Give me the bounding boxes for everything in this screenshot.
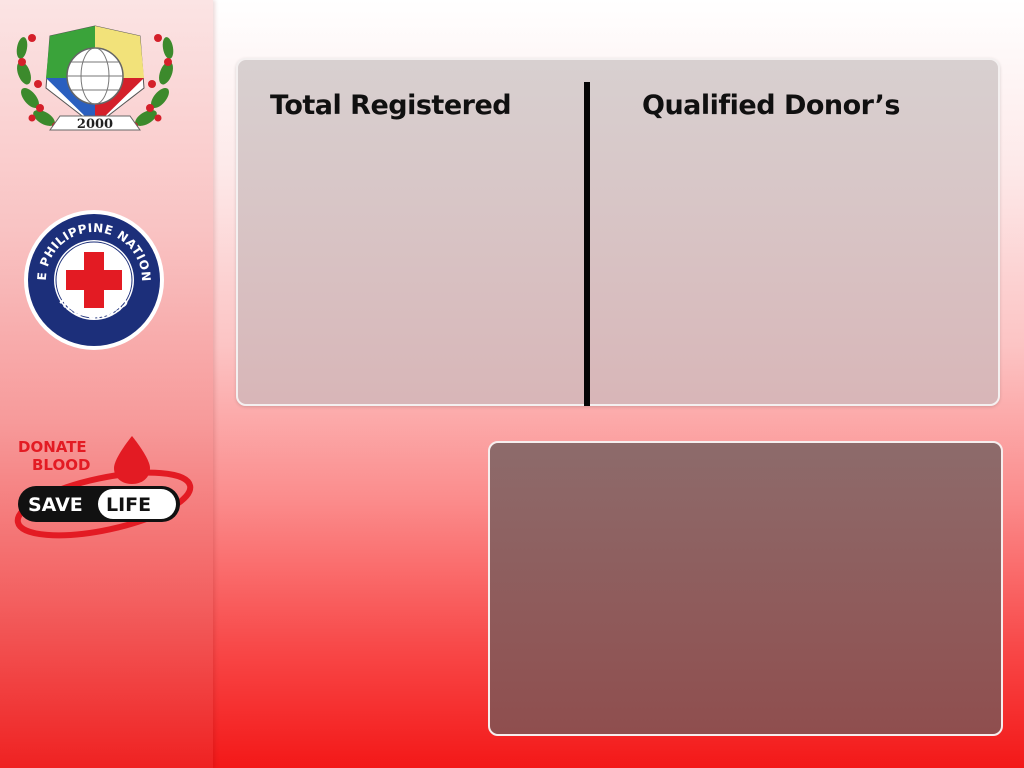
qualified-donors-heading: Qualified Donor’s — [642, 90, 900, 121]
registration-panel: Total Registered Qualified Donor’s — [236, 58, 1000, 406]
red-cross-seal-logo: THE PHILIPPINE NATIONAL RED CROSS — [22, 208, 164, 350]
svg-text:2000: 2000 — [77, 117, 113, 132]
svg-text:LIFE: LIFE — [106, 494, 151, 516]
column-divider — [584, 82, 590, 406]
school-emblem-logo: 2000 — [16, 25, 174, 132]
donate-blood-save-life-logo: DONATE BLOOD SAVE LIFE — [14, 436, 194, 539]
svg-text:SAVE: SAVE — [28, 494, 83, 516]
svg-text:BLOOD: BLOOD — [32, 456, 90, 474]
total-registered-heading: Total Registered — [270, 90, 512, 121]
content-box — [488, 441, 1003, 736]
svg-text:DONATE: DONATE — [18, 438, 87, 456]
sidebar: 2000 THE PHILIPPINE NATIONAL RED CROSS D… — [0, 0, 213, 768]
